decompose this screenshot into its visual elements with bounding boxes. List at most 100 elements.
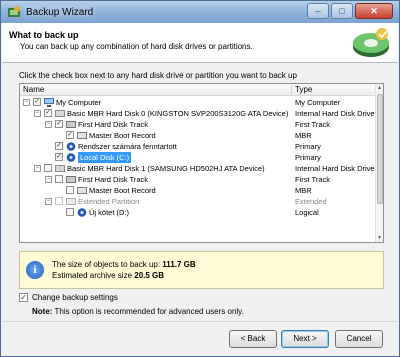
row-type: Primary: [295, 142, 321, 151]
tree-row-master-boot-record[interactable]: ✓ Master Boot Record MBR: [20, 130, 376, 141]
partition-icon: [77, 208, 87, 217]
collapse-expander[interactable]: −: [34, 110, 41, 117]
row-name: Basic MBR Hard Disk 0 (KINGSTON SVP200S3…: [67, 109, 289, 118]
hard-disk-illustration-icon: [353, 28, 389, 57]
checkbox[interactable]: [44, 164, 52, 172]
row-name: Basic MBR Hard Disk 1 (SAMSUNG HD502HJ A…: [67, 164, 265, 173]
tree-row-hard-disk-0[interactable]: − ✓ Basic MBR Hard Disk 0 (KINGSTON SVP2…: [20, 108, 376, 119]
tree-row-first-track[interactable]: − First Hard Disk Track First Track: [20, 174, 376, 185]
partition-icon: [66, 153, 76, 162]
scroll-up-arrow-icon[interactable]: ▲: [377, 85, 382, 91]
checkbox[interactable]: [66, 186, 74, 194]
computer-icon: [44, 98, 54, 107]
row-name: My Computer: [56, 98, 102, 107]
row-type: First Track: [295, 175, 330, 184]
tree-row-my-computer[interactable]: − ✓ My Computer My Computer: [20, 97, 376, 108]
tree-row-extended-partition[interactable]: − Extended Partition Extended: [20, 196, 376, 207]
checkbox[interactable]: ✓: [44, 109, 52, 117]
archive-size-line: Estimated archive size 20.5 GB: [52, 271, 164, 280]
cancel-button[interactable]: Cancel: [335, 330, 383, 348]
row-type: Internal Hard Disk Drive: [295, 164, 375, 173]
tree-row-local-disk-c[interactable]: ✓ Local Disk (C:) Primary: [20, 152, 376, 163]
extended-partition-icon: [66, 198, 76, 205]
row-type: Primary: [295, 153, 321, 162]
row-type: Logical: [295, 208, 319, 217]
checkbox[interactable]: ✓: [33, 98, 41, 106]
row-name: Rendszer számára fenntartott: [78, 142, 177, 151]
tree-row-first-track[interactable]: − ✓ First Hard Disk Track First Track: [20, 119, 376, 130]
column-header-type[interactable]: Type: [295, 85, 312, 94]
checkbox[interactable]: ✓: [55, 120, 63, 128]
row-name: Master Boot Record: [89, 186, 156, 195]
checkbox[interactable]: [66, 208, 74, 216]
checkbox[interactable]: ✓: [55, 142, 63, 150]
row-type: Extended: [295, 197, 327, 206]
change-backup-settings-option[interactable]: ✓ Change backup settings: [19, 293, 118, 302]
vertical-scrollbar[interactable]: ▲ ▼: [375, 84, 383, 242]
disk-tree-view[interactable]: Name Type − ✓ My Computer My Computer − …: [19, 83, 384, 243]
row-name: Local Disk (C:): [78, 152, 132, 163]
note-label: Note:: [32, 307, 53, 316]
window-controls: – □ ✕: [305, 3, 393, 19]
checkbox[interactable]: [55, 197, 63, 205]
instruction-text: Click the check box next to any hard dis…: [19, 71, 297, 80]
scrollbar-thumb[interactable]: [377, 94, 383, 204]
track-icon: [66, 176, 76, 183]
page-subtitle: You can back up any combination of hard …: [20, 42, 253, 51]
checkbox[interactable]: ✓: [55, 153, 63, 161]
change-backup-settings-label: Change backup settings: [32, 293, 118, 302]
wizard-header: What to back up You can back up any comb…: [2, 23, 398, 63]
backup-size-info-panel: i The size of objects to back up: 111.7 …: [19, 251, 384, 289]
minimize-button[interactable]: –: [307, 3, 329, 19]
archive-size-value: 20.5 GB: [134, 271, 165, 280]
row-type: First Track: [295, 120, 330, 129]
advanced-note: Note: This option is recommended for adv…: [32, 307, 244, 316]
row-name: Extended Partition: [78, 197, 140, 206]
window-title: Backup Wizard: [26, 6, 94, 18]
tree-row-master-boot-record[interactable]: Master Boot Record MBR: [20, 185, 376, 196]
footer-divider: [2, 321, 398, 322]
hard-disk-icon: [55, 110, 65, 117]
title-bar[interactable]: Backup Wizard – □ ✕: [1, 1, 399, 23]
collapse-expander[interactable]: −: [45, 121, 52, 128]
collapse-expander[interactable]: −: [45, 198, 52, 205]
row-type: MBR: [295, 186, 312, 195]
backup-wizard-window: Backup Wizard – □ ✕ What to back up You …: [0, 0, 400, 357]
collapse-expander[interactable]: −: [34, 165, 41, 172]
next-button[interactable]: Next >: [281, 330, 329, 348]
row-type: My Computer: [295, 98, 341, 107]
column-header-name[interactable]: Name: [23, 85, 44, 94]
checkbox[interactable]: [55, 175, 63, 183]
backup-size-label: The size of objects to back up:: [52, 260, 161, 269]
checkbox[interactable]: ✓: [66, 131, 74, 139]
tree-row-hard-disk-1[interactable]: − Basic MBR Hard Disk 1 (SAMSUNG HD502HJ…: [20, 163, 376, 174]
row-name: Új kötet (D:): [89, 208, 130, 217]
tree-row-system-reserved[interactable]: ✓ Rendszer számára fenntartott Primary: [20, 141, 376, 152]
row-name: First Hard Disk Track: [78, 175, 149, 184]
hard-disk-icon: [55, 165, 65, 172]
scroll-down-arrow-icon[interactable]: ▼: [377, 235, 382, 241]
tree-row-volume-d[interactable]: Új kötet (D:) Logical: [20, 207, 376, 218]
close-button[interactable]: ✕: [355, 3, 393, 19]
column-divider[interactable]: [291, 85, 292, 95]
backup-app-icon: [8, 6, 20, 17]
change-backup-settings-checkbox[interactable]: ✓: [19, 293, 28, 302]
maximize-button[interactable]: □: [331, 3, 353, 19]
info-icon: i: [26, 261, 44, 279]
back-button[interactable]: < Back: [229, 330, 277, 348]
backup-size-line: The size of objects to back up: 111.7 GB: [52, 260, 196, 269]
mbr-icon: [77, 187, 87, 194]
tree-header: Name Type: [20, 84, 376, 96]
mbr-icon: [77, 132, 87, 139]
row-name: Master Boot Record: [89, 131, 156, 140]
backup-size-value: 111.7 GB: [162, 260, 196, 269]
collapse-expander[interactable]: −: [23, 99, 30, 106]
archive-size-label: Estimated archive size: [52, 271, 133, 280]
row-name: First Hard Disk Track: [78, 120, 149, 129]
track-icon: [66, 121, 76, 128]
page-title: What to back up: [9, 30, 79, 40]
row-type: Internal Hard Disk Drive: [295, 109, 375, 118]
note-text: This option is recommended for advanced …: [54, 307, 244, 316]
collapse-expander[interactable]: −: [45, 176, 52, 183]
row-type: MBR: [295, 131, 312, 140]
